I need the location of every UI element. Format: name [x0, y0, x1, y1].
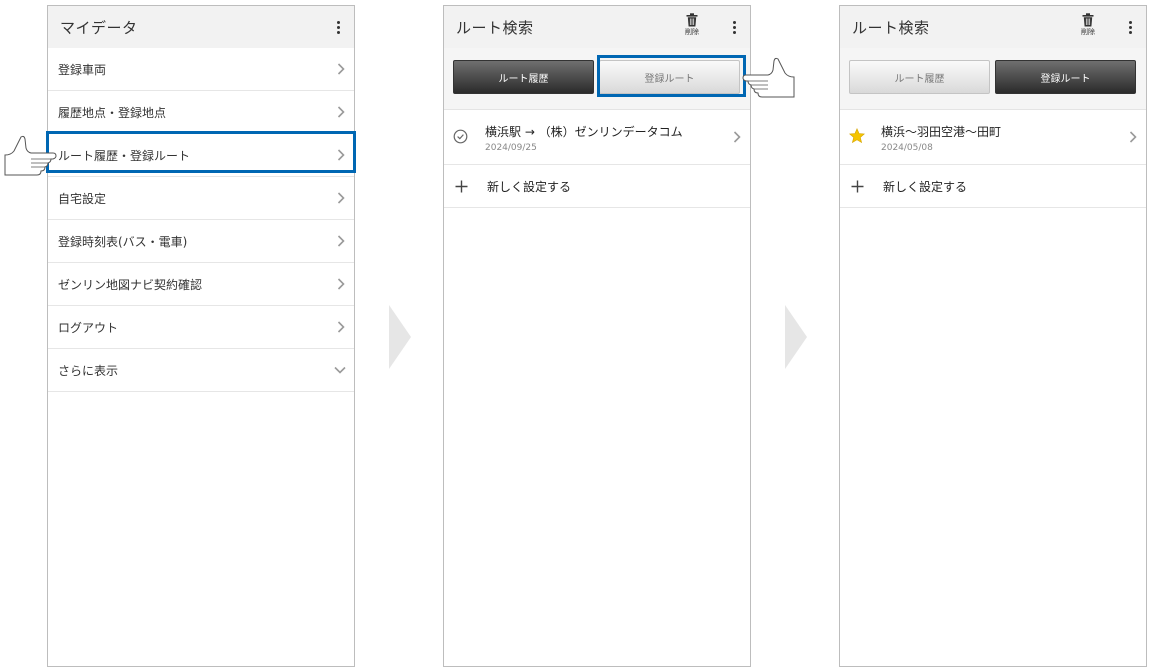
- menu-item-label: 登録時刻表(バス・電車): [58, 234, 188, 249]
- add-route-row[interactable]: 新しく設定する: [444, 165, 750, 208]
- chevron-right-icon: [337, 149, 345, 161]
- segmented-tabs: ルート履歴 登録ルート: [444, 48, 750, 110]
- menu-item-label: 登録車両: [58, 62, 107, 77]
- route-title: 横浜〜羽田空港〜田町: [881, 125, 1002, 139]
- plus-icon: [851, 180, 864, 193]
- more-menu-icon[interactable]: [1126, 17, 1134, 37]
- route-title: 横浜駅 → （株）ゼンリンデータコム: [485, 125, 683, 139]
- chevron-right-icon: [733, 131, 741, 143]
- page-title: ルート検索: [852, 18, 930, 37]
- tab-registered-routes[interactable]: 登録ルート: [995, 60, 1136, 94]
- menu-item-label: ログアウト: [58, 320, 119, 335]
- chevron-right-icon: [337, 192, 345, 204]
- route-date: 2024/09/25: [485, 143, 537, 153]
- more-menu-icon[interactable]: [334, 17, 342, 37]
- screen-route-search-history: ルート検索 削除 ルート履歴 登録ルート 横浜駅 → （株）ゼンリンデータコム …: [443, 5, 751, 667]
- page-title: マイデータ: [60, 18, 138, 37]
- tab-route-history[interactable]: ルート履歴: [849, 60, 990, 94]
- tab-route-history[interactable]: ルート履歴: [453, 60, 594, 94]
- segmented-tabs: ルート履歴 登録ルート: [840, 48, 1146, 110]
- tab-label: ルート履歴: [894, 73, 945, 85]
- menu-item-show-more[interactable]: さらに表示: [48, 349, 354, 392]
- pointing-hand-icon: [4, 135, 57, 176]
- trash-icon: [1082, 13, 1094, 27]
- star-icon: [849, 128, 865, 144]
- menu-item-label: 自宅設定: [58, 191, 107, 206]
- history-check-icon: [453, 129, 468, 144]
- tab-registered-routes[interactable]: 登録ルート: [599, 60, 740, 94]
- delete-button[interactable]: 削除: [1076, 13, 1100, 36]
- tab-label: ルート履歴: [498, 73, 549, 85]
- menu-item-home-setting[interactable]: 自宅設定: [48, 177, 354, 220]
- more-menu-icon[interactable]: [730, 17, 738, 37]
- menu-item-logout[interactable]: ログアウト: [48, 306, 354, 349]
- chevron-right-icon: [337, 321, 345, 333]
- page-title: ルート検索: [456, 18, 534, 37]
- plus-icon: [455, 180, 468, 193]
- menu-item-history-places[interactable]: 履歴地点・登録地点: [48, 91, 354, 134]
- menu-item-registered-vehicles[interactable]: 登録車両: [48, 48, 354, 91]
- route-list-item[interactable]: 横浜駅 → （株）ゼンリンデータコム 2024/09/25: [444, 110, 750, 165]
- app-bar: ルート検索 削除: [444, 6, 750, 48]
- flow-arrow-icon: [389, 305, 411, 369]
- pointing-hand-icon: [742, 57, 795, 98]
- menu-item-route-history[interactable]: ルート履歴・登録ルート: [48, 134, 354, 177]
- menu-item-contract[interactable]: ゼンリン地図ナビ契約確認: [48, 263, 354, 306]
- delete-label: 削除: [685, 28, 699, 36]
- menu-item-label: ルート履歴・登録ルート: [58, 148, 191, 163]
- chevron-down-icon: [334, 366, 346, 374]
- delete-label: 削除: [1081, 28, 1095, 36]
- menu-item-timetables[interactable]: 登録時刻表(バス・電車): [48, 220, 354, 263]
- trash-icon: [686, 13, 698, 27]
- app-bar: ルート検索 削除: [840, 6, 1146, 48]
- tab-label: 登録ルート: [644, 73, 695, 85]
- add-route-label: 新しく設定する: [883, 179, 968, 194]
- screen-route-search-registered: ルート検索 削除 ルート履歴 登録ルート 横浜〜羽田空港〜田町 2024/05/…: [839, 5, 1147, 667]
- chevron-right-icon: [337, 235, 345, 247]
- add-route-row[interactable]: 新しく設定する: [840, 165, 1146, 208]
- route-list-item[interactable]: 横浜〜羽田空港〜田町 2024/05/08: [840, 110, 1146, 165]
- add-route-label: 新しく設定する: [487, 179, 572, 194]
- menu-item-label: ゼンリン地図ナビ契約確認: [58, 277, 203, 292]
- screen-my-data: マイデータ 登録車両 履歴地点・登録地点 ルート履歴・登録ルート 自宅設定 登録…: [47, 5, 355, 667]
- delete-button[interactable]: 削除: [680, 13, 704, 36]
- app-bar: マイデータ: [48, 6, 354, 48]
- chevron-right-icon: [337, 278, 345, 290]
- chevron-right-icon: [337, 106, 345, 118]
- flow-arrow-icon: [785, 305, 807, 369]
- menu-item-label: さらに表示: [58, 363, 119, 378]
- chevron-right-icon: [337, 63, 345, 75]
- route-date: 2024/05/08: [881, 143, 933, 153]
- tab-label: 登録ルート: [1040, 73, 1091, 85]
- menu-item-label: 履歴地点・登録地点: [58, 105, 167, 120]
- chevron-right-icon: [1129, 131, 1137, 143]
